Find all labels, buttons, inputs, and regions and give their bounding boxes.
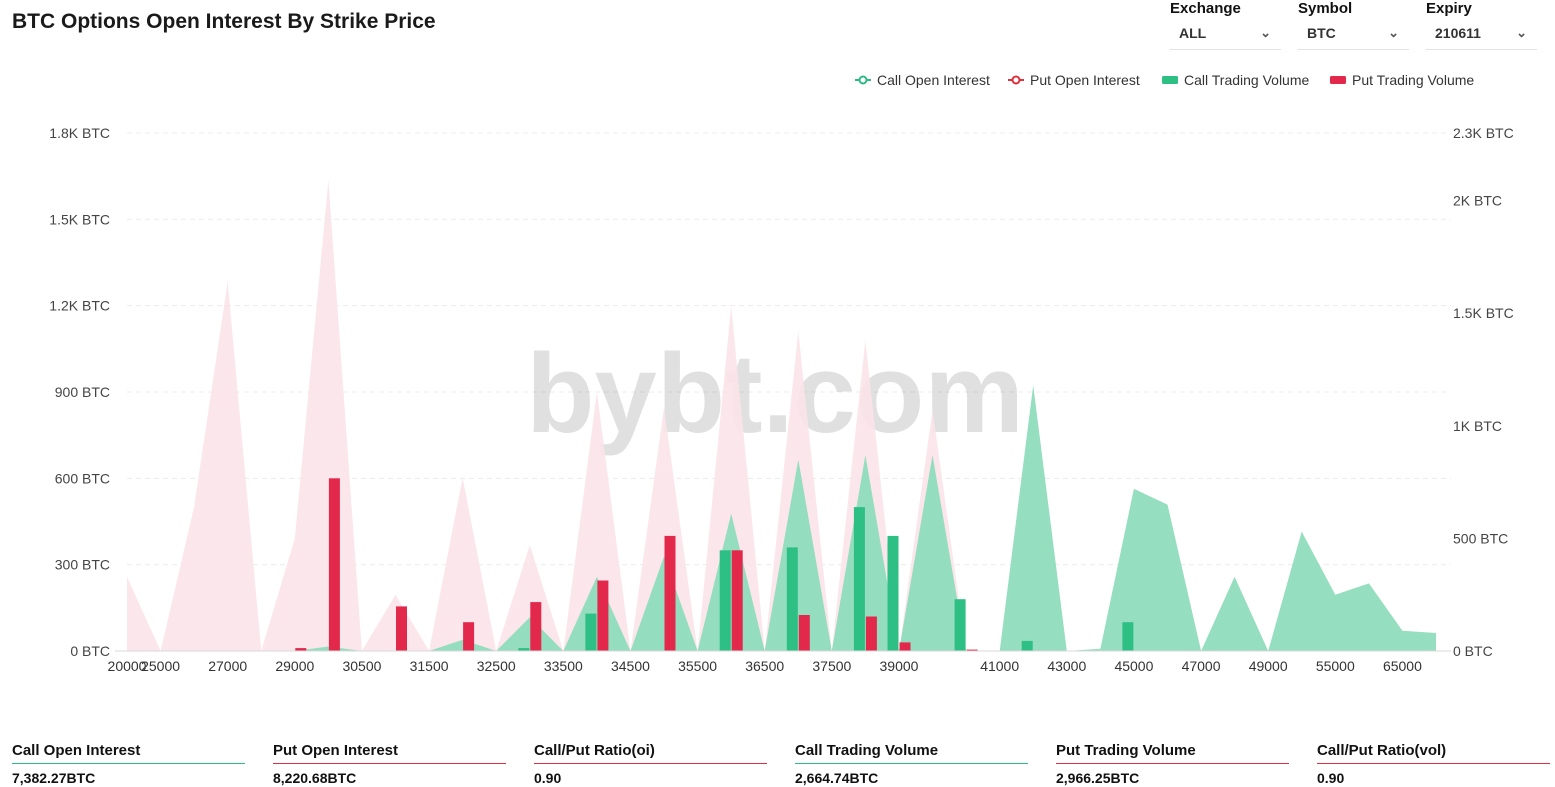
x-tick-label: 34500	[611, 658, 650, 674]
stat-value: 8,220.68BTC	[273, 770, 357, 786]
y-right-tick-label: 1K BTC	[1453, 418, 1502, 434]
stat-value: 7,382.27BTC	[12, 770, 96, 786]
call-volume-bar	[719, 550, 731, 651]
put-volume-bar	[597, 580, 609, 651]
y-left-tick-label: 1.2K BTC	[49, 298, 110, 314]
legend-item-call-vol[interactable]: Call Trading Volume	[1162, 72, 1310, 88]
exchange-select-value: ALL	[1179, 25, 1207, 41]
stat-label: Call Trading Volume	[795, 742, 1028, 764]
x-tick-label: 27000	[208, 658, 247, 674]
legend-item-call-oi[interactable]: Call Open Interest	[855, 72, 990, 88]
y-right-tick-label: 2.3K BTC	[1453, 125, 1514, 141]
call-volume-bar	[1122, 622, 1134, 651]
expiry-select[interactable]: 210611 ⌄	[1426, 25, 1537, 50]
x-tick-label: 35500	[678, 658, 717, 674]
legend-label: Put Open Interest	[1030, 72, 1140, 88]
put-volume-bar	[664, 535, 676, 651]
x-tick-label: 36500	[745, 658, 784, 674]
y-right-tick-label: 0 BTC	[1453, 643, 1493, 659]
expiry-select-value: 210611	[1435, 25, 1481, 41]
legend-label: Put Trading Volume	[1352, 72, 1474, 88]
x-tick-label: 41000	[980, 658, 1019, 674]
page-title: BTC Options Open Interest By Strike Pric…	[12, 10, 436, 33]
x-tick-label: 30500	[342, 658, 381, 674]
y-right-tick-label: 2K BTC	[1453, 193, 1502, 209]
x-tick-label: 39000	[880, 658, 919, 674]
legend-item-put-vol[interactable]: Put Trading Volume	[1330, 72, 1474, 88]
call-volume-bar	[954, 599, 966, 651]
stat-value: 0.90	[534, 770, 562, 786]
x-tick-label: 55000	[1316, 658, 1355, 674]
filter-symbol-label: Symbol	[1298, 0, 1353, 17]
stat-label: Call/Put Ratio(oi)	[534, 742, 767, 764]
x-tick-label: 25000	[141, 658, 180, 674]
y-left-tick-label: 900 BTC	[55, 384, 110, 400]
put-volume-bar	[731, 550, 743, 651]
stat-value: 0.90	[1317, 770, 1345, 786]
stat-label: Call Open Interest	[12, 742, 245, 764]
stat-value: 2,664.74BTC	[795, 770, 879, 786]
stat-call-open-interest: Call Open Interest 7,382.27BTC	[12, 742, 245, 786]
exchange-select[interactable]: ALL ⌄	[1170, 25, 1281, 50]
call-volume-bar	[786, 547, 798, 651]
stat-label: Put Trading Volume	[1056, 742, 1289, 764]
y-left-tick-label: 300 BTC	[55, 557, 110, 573]
call-volume-bar	[887, 535, 899, 651]
put-volume-bar	[328, 478, 340, 651]
put-volume-bar	[463, 622, 475, 651]
legend-label: Call Trading Volume	[1184, 72, 1310, 88]
legend-circle-marker	[1011, 75, 1021, 85]
y-right-tick-label: 1.5K BTC	[1453, 305, 1514, 321]
x-tick-label: 45000	[1114, 658, 1153, 674]
x-tick-label: 43000	[1047, 658, 1086, 674]
chart-legend: Call Open Interest Put Open Interest Call …	[855, 72, 1474, 88]
y-right-tick-label: 500 BTC	[1453, 530, 1508, 546]
filter-symbol: Symbol BTC ⌄	[1298, 0, 1409, 50]
filter-expiry: Expiry 210611 ⌄	[1426, 0, 1537, 50]
put-volume-bar	[396, 606, 407, 651]
x-tick-label: 31500	[410, 658, 449, 674]
x-tick-label: 33500	[544, 658, 583, 674]
chevron-down-icon: ⌄	[1260, 25, 1271, 40]
x-tick-label: 29000	[275, 658, 314, 674]
legend-label: Call Open Interest	[877, 72, 990, 88]
call-volume-bar	[1021, 640, 1033, 651]
stat-label: Call/Put Ratio(vol)	[1317, 742, 1550, 764]
call-volume-bar	[853, 507, 865, 651]
y-left-tick-label: 1.8K BTC	[49, 125, 110, 141]
x-tick-label: 65000	[1383, 658, 1422, 674]
chevron-down-icon: ⌄	[1516, 25, 1527, 40]
put-volume-bar	[798, 615, 810, 651]
filter-exchange-label: Exchange	[1170, 0, 1241, 17]
put-volume-bar	[865, 616, 877, 651]
put-volume-bar	[530, 602, 542, 651]
chevron-down-icon: ⌄	[1388, 25, 1399, 40]
stat-put-trading-volume: Put Trading Volume 2,966.25BTC	[1056, 742, 1289, 786]
symbol-select-value: BTC	[1307, 25, 1336, 41]
stat-call-put-ratio-oi: Call/Put Ratio(oi) 0.90	[534, 742, 767, 786]
x-tick-label: 49000	[1249, 658, 1288, 674]
x-tick-label: 37500	[812, 658, 851, 674]
x-tick-label: 32500	[477, 658, 516, 674]
stat-call-put-ratio-vol: Call/Put Ratio(vol) 0.90	[1317, 742, 1550, 786]
open-interest-chart: Call Open Interest Put Open Interest Call …	[49, 72, 1514, 674]
y-left-tick-label: 1.5K BTC	[49, 211, 110, 227]
stat-call-trading-volume: Call Trading Volume 2,664.74BTC	[795, 742, 1028, 786]
put-volume-bar	[899, 642, 911, 651]
legend-bar-marker	[1330, 76, 1346, 84]
legend-item-put-oi[interactable]: Put Open Interest	[1008, 72, 1140, 88]
symbol-select[interactable]: BTC ⌄	[1298, 25, 1409, 50]
legend-circle-marker	[858, 75, 868, 85]
y-left-tick-label: 0 BTC	[70, 643, 110, 659]
x-tick-label: 47000	[1182, 658, 1221, 674]
filter-exchange: Exchange ALL ⌄	[1170, 0, 1281, 50]
stat-put-open-interest: Put Open Interest 8,220.68BTC	[273, 742, 506, 786]
y-left-tick-label: 600 BTC	[55, 470, 110, 486]
legend-bar-marker	[1162, 76, 1178, 84]
call-volume-bar	[585, 613, 597, 651]
stat-value: 2,966.25BTC	[1056, 770, 1140, 786]
filter-expiry-label: Expiry	[1426, 0, 1472, 17]
stat-label: Put Open Interest	[273, 742, 506, 764]
